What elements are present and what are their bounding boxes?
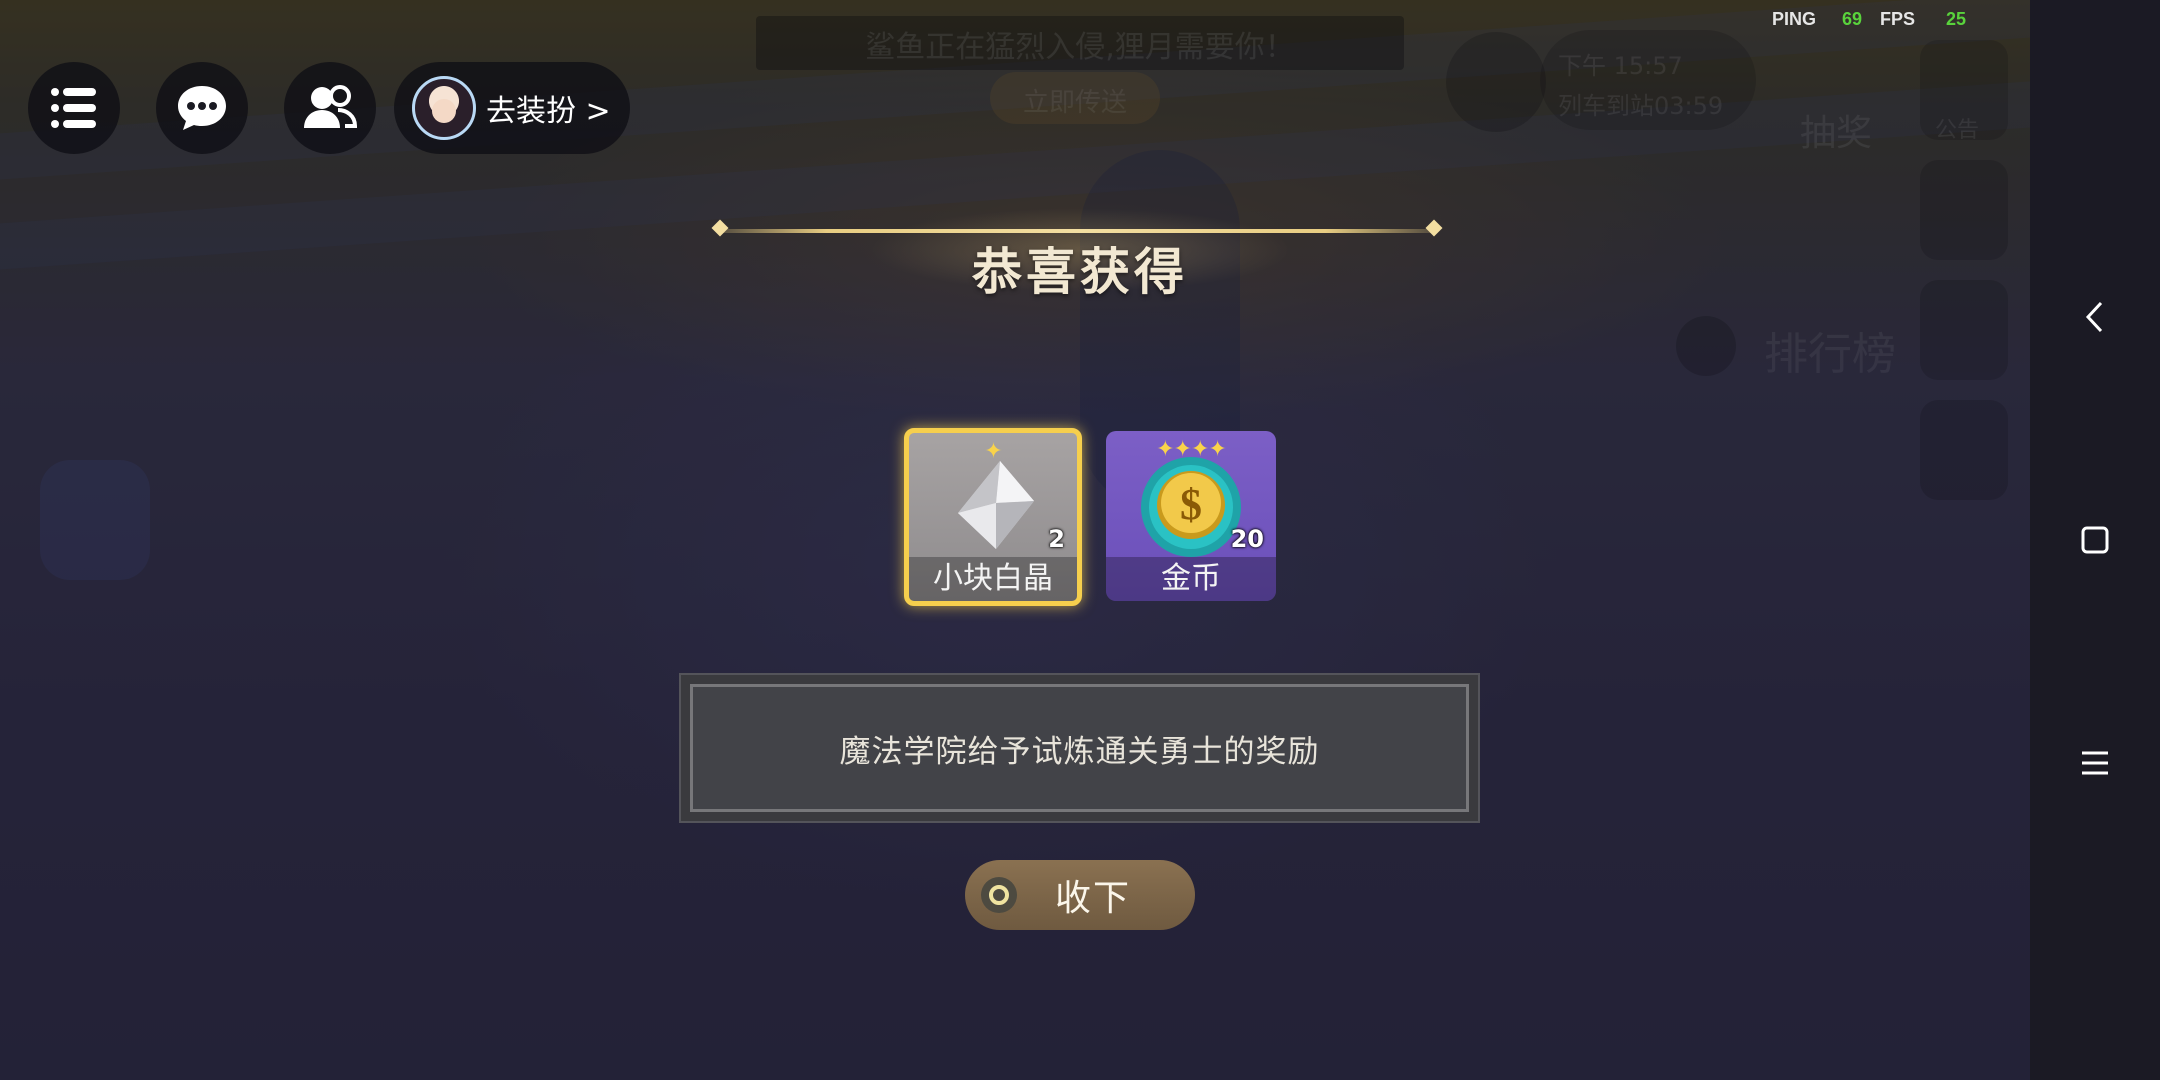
system-nav-bar bbox=[2030, 0, 2160, 1080]
home-square-icon bbox=[2081, 526, 2109, 554]
back-chevron-icon bbox=[2085, 301, 2103, 333]
home-button[interactable] bbox=[2030, 495, 2160, 585]
chat-button[interactable] bbox=[156, 62, 248, 154]
ping-label: PING bbox=[1772, 9, 1817, 29]
svg-text:$: $ bbox=[1180, 480, 1202, 529]
confirm-ring-icon bbox=[981, 877, 1017, 913]
network-stats: PING 69 FPS 25 bbox=[1772, 9, 1970, 30]
reward-item-crystal[interactable]: ✦ 2 小块白晶 bbox=[904, 428, 1082, 606]
description-text: 魔法学院给予试炼通关勇士的奖励 bbox=[839, 733, 1320, 770]
item-count: 2 bbox=[1048, 525, 1065, 553]
fps-label: FPS bbox=[1880, 9, 1916, 29]
avatar bbox=[412, 76, 476, 140]
collect-button[interactable]: 收下 bbox=[965, 860, 1195, 930]
dialog-title: 恭喜获得 bbox=[972, 243, 1188, 301]
hamburger-icon bbox=[2082, 751, 2108, 775]
description-frame: 魔法学院给予试炼通关勇士的奖励 bbox=[690, 684, 1469, 812]
menu-button[interactable] bbox=[28, 62, 120, 154]
fps-value: 25 bbox=[1946, 9, 1967, 29]
collect-label: 收下 bbox=[1055, 878, 1132, 919]
friends-button[interactable] bbox=[284, 62, 376, 154]
chat-bubble-icon bbox=[178, 86, 226, 130]
dress-up-button[interactable]: 去装扮 > bbox=[394, 62, 630, 154]
item-count: 20 bbox=[1230, 525, 1264, 553]
item-name: 金币 bbox=[1106, 557, 1276, 601]
dress-up-label: 去装扮 > bbox=[486, 94, 611, 129]
back-button[interactable] bbox=[2030, 272, 2160, 362]
crystal-icon bbox=[958, 461, 1034, 549]
ping-value: 69 bbox=[1842, 9, 1863, 29]
friends-icon bbox=[304, 85, 358, 128]
item-name: 小块白晶 bbox=[909, 557, 1077, 601]
list-menu-icon bbox=[51, 88, 96, 128]
reward-item-coin[interactable]: ✦✦✦✦ $ 20 金币 bbox=[1106, 431, 1276, 601]
recents-button[interactable] bbox=[2030, 718, 2160, 808]
description-box: 魔法学院给予试炼通关勇士的奖励 bbox=[679, 673, 1480, 823]
